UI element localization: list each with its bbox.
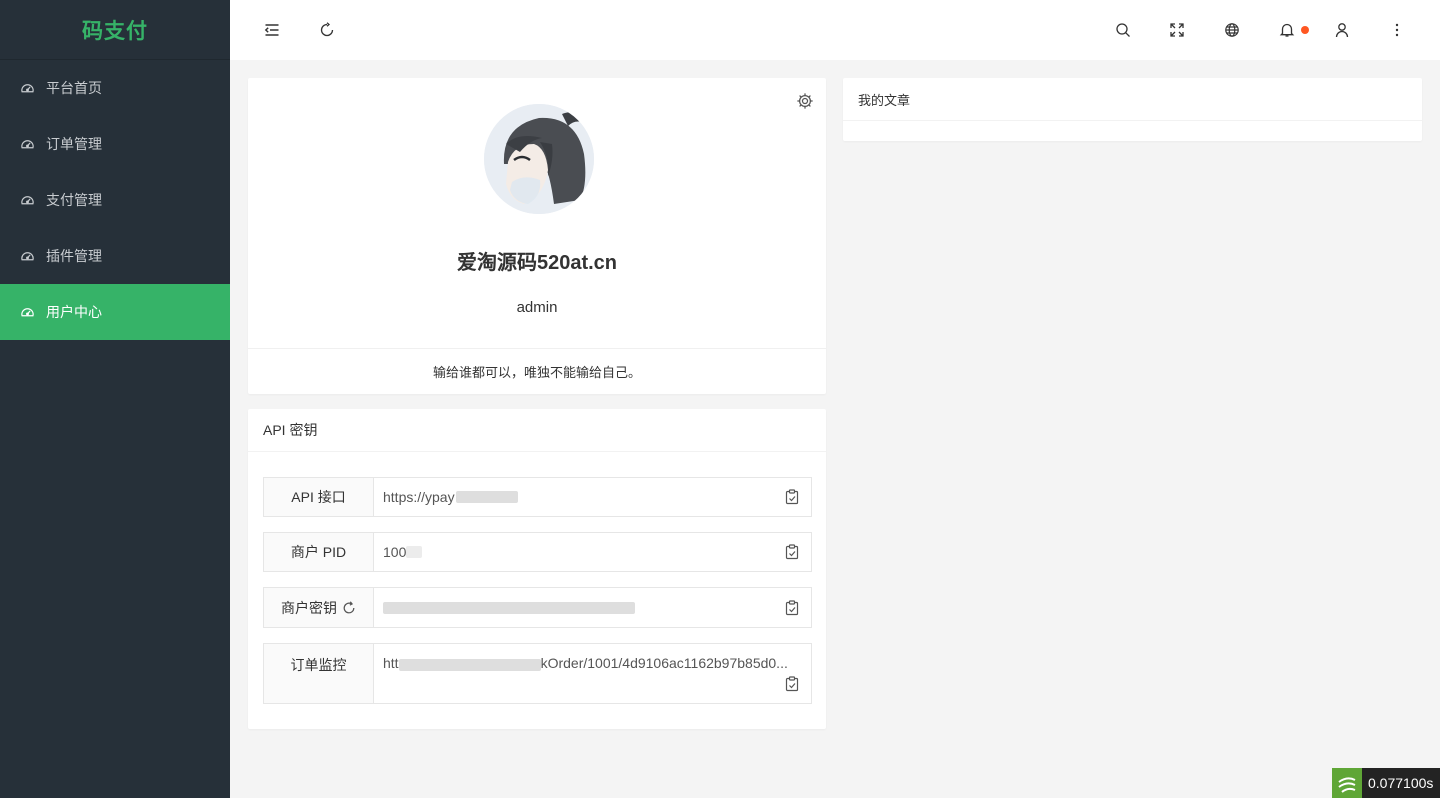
sidebar-item-user-center[interactable]: 用户中心: [0, 284, 230, 340]
order-monitor-value[interactable]: htt kOrder/1001/4d9106ac1162b97b85d0...: [374, 644, 811, 703]
redacted-text: [398, 659, 541, 671]
sidebar-item-label: 支付管理: [46, 192, 102, 208]
redacted-text: [383, 601, 635, 614]
clipboard-icon[interactable]: [784, 599, 800, 616]
merchant-pid-label: 商户 PID: [264, 533, 374, 571]
bell-icon[interactable]: [1277, 20, 1297, 40]
api-key-card: API 密钥 API 接口 https://ypay 商户 PID 100 商户…: [248, 409, 826, 729]
user-icon[interactable]: [1332, 20, 1352, 40]
top-header: [230, 0, 1440, 60]
sidebar-item-plugins[interactable]: 插件管理: [0, 228, 230, 284]
framework-logo-icon: [1332, 768, 1362, 798]
my-articles-card: 我的文章: [843, 78, 1422, 141]
sidebar-item-payments[interactable]: 支付管理: [0, 172, 230, 228]
order-monitor-label: 订单监控: [264, 644, 374, 703]
profile-username: admin: [516, 299, 558, 316]
api-endpoint-text: https://ypay: [383, 489, 455, 505]
profile-motto: 输给谁都可以，唯独不能输给自己。: [248, 348, 826, 394]
dashboard-icon: [20, 137, 35, 152]
dashboard-icon: [20, 305, 35, 320]
sidebar-item-label: 平台首页: [46, 80, 102, 96]
sidebar-item-home[interactable]: 平台首页: [0, 60, 230, 116]
articles-card-title: 我的文章: [843, 78, 1422, 121]
menu-toggle-icon[interactable]: [262, 20, 282, 40]
fullscreen-icon[interactable]: [1167, 20, 1187, 40]
merchant-pid-row: 商户 PID 100: [263, 532, 812, 572]
more-icon[interactable]: [1387, 20, 1407, 40]
api-card-title: API 密钥: [248, 409, 826, 452]
globe-icon[interactable]: [1222, 20, 1242, 40]
order-monitor-suffix: kOrder/1001/4d9106ac1162b97b85d0...: [540, 655, 788, 671]
redacted-text: [406, 546, 423, 558]
timer-text: 0.077100s: [1368, 775, 1434, 791]
redacted-text: [455, 491, 518, 503]
refresh-icon[interactable]: [317, 20, 337, 40]
sidebar-menu: 平台首页 订单管理 支付管理 插件管理 用户中心: [0, 60, 230, 340]
gear-icon[interactable]: [796, 92, 814, 110]
merchant-key-label-text: 商户密钥: [281, 599, 337, 616]
merchant-key-row: 商户密钥: [263, 587, 812, 628]
sidebar-item-label: 订单管理: [46, 136, 102, 152]
order-monitor-row: 订单监控 htt kOrder/1001/4d9106ac1162b97b85d…: [263, 643, 812, 704]
api-endpoint-value[interactable]: https://ypay: [374, 478, 811, 516]
order-monitor-prefix: htt: [383, 655, 399, 671]
dashboard-icon: [20, 81, 35, 96]
debug-timer-badge[interactable]: 0.077100s: [1332, 768, 1440, 798]
profile-card: 爱淘源码520at.cn admin 输给谁都可以，唯独不能输给自己。: [248, 78, 826, 394]
profile-name: 爱淘源码520at.cn: [456, 252, 618, 274]
dashboard-icon: [20, 249, 35, 264]
sidebar-item-label: 用户中心: [46, 304, 102, 320]
merchant-key-value[interactable]: [374, 588, 811, 627]
notification-dot: [1301, 26, 1309, 34]
avatar[interactable]: [484, 104, 594, 214]
clipboard-icon[interactable]: [784, 544, 800, 560]
merchant-pid-text: 100: [383, 544, 407, 560]
sidebar-item-orders[interactable]: 订单管理: [0, 116, 230, 172]
clipboard-icon[interactable]: [784, 489, 800, 505]
merchant-key-label: 商户密钥: [264, 588, 374, 627]
sidebar-item-label: 插件管理: [46, 248, 102, 264]
sidebar: 码支付 平台首页 订单管理 支付管理 插件管理 用户中心: [0, 0, 230, 798]
api-endpoint-row: API 接口 https://ypay: [263, 477, 812, 517]
merchant-pid-value[interactable]: 100: [374, 533, 811, 571]
brand-logo[interactable]: 码支付: [0, 0, 230, 60]
refresh-icon[interactable]: [342, 600, 356, 615]
search-icon[interactable]: [1113, 20, 1133, 40]
dashboard-icon: [20, 193, 35, 208]
api-endpoint-label: API 接口: [264, 478, 374, 516]
clipboard-icon[interactable]: [784, 676, 800, 692]
